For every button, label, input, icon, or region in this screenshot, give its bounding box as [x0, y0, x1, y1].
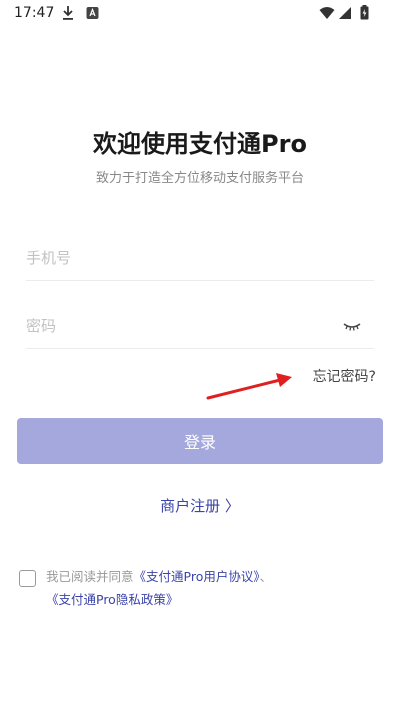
password-field: [26, 304, 374, 349]
phone-field: [26, 236, 374, 281]
page-title: 欢迎使用支付通Pro: [93, 130, 307, 158]
forgot-password-link[interactable]: 忘记密码?: [313, 366, 376, 386]
battery-icon: [360, 5, 369, 24]
merchant-register-link[interactable]: 商户注册 〉: [0, 495, 400, 516]
wifi-icon: [319, 5, 335, 24]
eye-closed-icon[interactable]: [342, 316, 362, 336]
agreement-prefix: 我已阅读并同意: [46, 569, 134, 584]
phone-input[interactable]: [26, 236, 326, 280]
annotation-arrow: [206, 373, 292, 400]
password-input[interactable]: [26, 304, 326, 348]
agreement-checkbox[interactable]: [19, 570, 36, 587]
user-agreement-link[interactable]: 《支付通Pro用户协议》: [134, 569, 260, 584]
privacy-policy-link[interactable]: 《支付通Pro隐私政策》: [46, 592, 178, 607]
status-time: 17:47: [14, 5, 55, 21]
signal-icon: [338, 5, 352, 24]
status-bar: 17:47: [0, 0, 400, 26]
app-notification-icon: [86, 5, 99, 24]
agreement-text: 我已阅读并同意《支付通Pro用户协议》、《支付通Pro隐私政策》: [46, 565, 392, 611]
download-icon: [62, 5, 74, 25]
agreement-separator: 、: [259, 569, 273, 584]
login-button[interactable]: 登录: [17, 418, 383, 464]
page-subtitle: 致力于打造全方位移动支付服务平台: [95, 171, 304, 186]
